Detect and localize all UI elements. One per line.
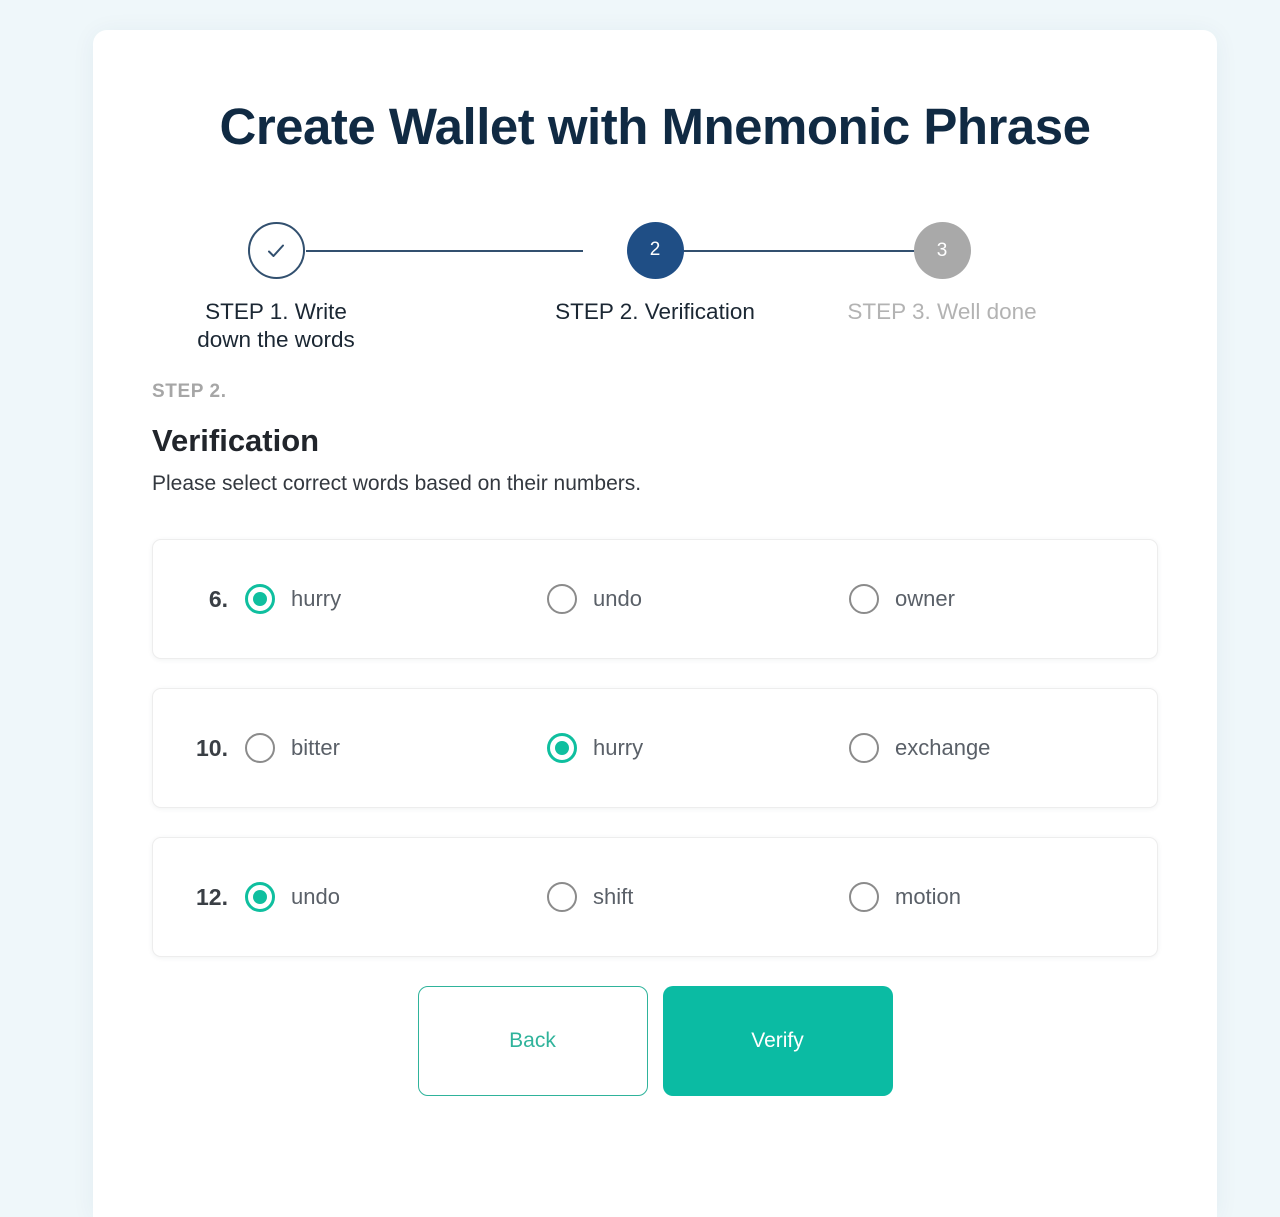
radio-icon[interactable]: [849, 584, 879, 614]
option-row2-2[interactable]: motion: [849, 882, 1151, 912]
option-label: shift: [593, 884, 634, 909]
stepper-step-1[interactable]: STEP 1. Write down the words: [176, 222, 376, 354]
stepper-step-1-label: STEP 1. Write down the words: [197, 299, 355, 352]
action-bar: Back Verify: [93, 986, 1217, 1096]
option-row2-0[interactable]: undo: [245, 882, 547, 912]
option-label: undo: [593, 586, 642, 611]
verification-rows: 6. hurry undo owner 10. bitter hurry exc…: [152, 539, 1217, 957]
row-number: 10.: [196, 734, 228, 761]
stepper-step-3-marker: 3: [913, 222, 971, 279]
option-row0-2[interactable]: owner: [849, 584, 1151, 614]
table-row: 6. hurry undo owner: [152, 539, 1158, 659]
wallet-card: Create Wallet with Mnemonic Phrase STEP …: [93, 30, 1217, 1217]
section-subtitle: Please select correct words based on the…: [152, 472, 642, 495]
option-label: hurry: [593, 735, 644, 760]
page-title: Create Wallet with Mnemonic Phrase: [219, 98, 1092, 155]
radio-icon[interactable]: [547, 733, 577, 763]
radio-icon[interactable]: [849, 882, 879, 912]
option-label: exchange: [895, 735, 991, 760]
option-label: hurry: [291, 586, 342, 611]
stepper-step-3-number: 3: [936, 239, 948, 261]
table-row: 10. bitter hurry exchange: [152, 688, 1158, 808]
stepper-step-2[interactable]: 2 STEP 2. Verification: [555, 222, 755, 326]
stepper-step-2-number: 2: [649, 238, 661, 260]
stepper-step-2-marker: 2: [626, 222, 684, 279]
stepper-step-3-label: STEP 3. Well done: [847, 299, 1037, 324]
radio-icon[interactable]: [849, 733, 879, 763]
row-number: 12.: [196, 883, 228, 910]
option-label: owner: [895, 586, 955, 611]
section-kicker: STEP 2.: [152, 381, 227, 402]
stepper-step-3[interactable]: 3 STEP 3. Well done: [842, 222, 1042, 326]
verify-button[interactable]: Verify: [662, 986, 893, 1096]
option-row1-2[interactable]: exchange: [849, 733, 1151, 763]
section-title: Verification: [152, 423, 320, 458]
radio-icon[interactable]: [547, 584, 577, 614]
stepper-step-1-marker: [247, 222, 305, 279]
section-header: STEP 2. Verification Please select corre…: [152, 381, 1217, 496]
option-row1-0[interactable]: bitter: [245, 733, 547, 763]
option-label: motion: [895, 884, 962, 909]
check-icon: [268, 244, 284, 257]
option-row1-1[interactable]: hurry: [547, 733, 849, 763]
back-button[interactable]: Back: [417, 986, 648, 1096]
page-root: Create Wallet with Mnemonic Phrase STEP …: [0, 0, 1280, 1217]
row-number: 6.: [208, 585, 228, 612]
radio-icon[interactable]: [245, 733, 275, 763]
option-row2-1[interactable]: shift: [547, 882, 849, 912]
option-row0-1[interactable]: undo: [547, 584, 849, 614]
radio-icon[interactable]: [245, 584, 275, 614]
radio-icon[interactable]: [245, 882, 275, 912]
option-row0-0[interactable]: hurry: [245, 584, 547, 614]
option-label: undo: [291, 884, 340, 909]
stepper-step-2-label: STEP 2. Verification: [555, 299, 755, 324]
radio-icon[interactable]: [547, 882, 577, 912]
option-label: bitter: [291, 735, 340, 760]
stepper: STEP 1. Write down the words 2 STEP 2. V…: [197, 222, 1090, 357]
table-row: 12. undo shift motion: [152, 837, 1158, 957]
